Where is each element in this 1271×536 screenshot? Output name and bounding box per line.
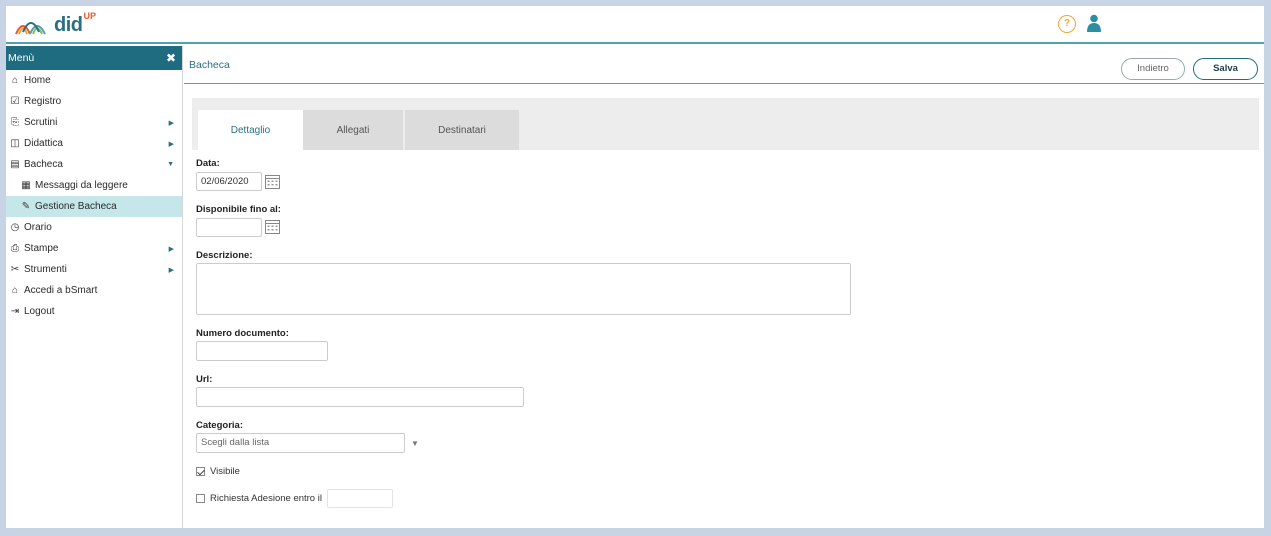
app-logo[interactable]: did UP	[14, 11, 96, 39]
url-label: Url:	[196, 374, 213, 385]
sidebar-item-label: Registro	[24, 96, 62, 107]
sidebar-item-label: Home	[24, 75, 51, 86]
sidebar: Menù ✖ ⌂ Home ☑ Registro ⎘ Scrutini ▶ ◫ …	[6, 46, 183, 528]
sidebar-item-label: Stampe	[24, 243, 59, 254]
top-bar: did UP ?	[6, 6, 1264, 44]
descrizione-textarea[interactable]	[196, 263, 851, 315]
calendar-icon[interactable]	[265, 219, 280, 234]
chevron-right-icon: ▶	[168, 140, 174, 148]
sidebar-item-label: Scrutini	[24, 117, 58, 128]
sidebar-item-label: Strumenti	[24, 264, 67, 275]
app-frame: did UP ? Menù ✖ ⌂ Home ☑ Registro ⎘ Scru…	[6, 6, 1264, 528]
tab-strip: Dettaglio Allegati Destinatari	[192, 98, 1259, 150]
sidebar-item-didattica[interactable]: ◫ Didattica ▶	[6, 133, 182, 154]
back-button[interactable]: Indietro	[1121, 58, 1185, 80]
checkbox-empty-icon	[196, 494, 205, 503]
sidebar-item-label: Messaggi da leggere	[35, 180, 128, 191]
tools-icon: ✂	[10, 264, 20, 275]
board-icon: ▤	[10, 159, 20, 170]
sidebar-item-strumenti[interactable]: ✂ Strumenti ▶	[6, 259, 182, 280]
sidebar-item-label: Gestione Bacheca	[35, 201, 117, 212]
sidebar-item-orario[interactable]: ◷ Orario	[6, 217, 182, 238]
main-content: Bacheca Indietro Salva Dettaglio Allegat…	[184, 46, 1264, 528]
sidebar-item-accedi-bsmart[interactable]: ⌂ Accedi a bSmart	[6, 280, 182, 301]
book-icon: ◫	[10, 138, 20, 149]
logout-icon: ⇥	[10, 306, 20, 317]
rainbow-logo-icon	[15, 22, 46, 35]
printer-icon: ⎙	[11, 243, 19, 254]
url-input[interactable]	[196, 387, 524, 407]
sidebar-item-registro[interactable]: ☑ Registro	[6, 91, 182, 112]
menu-title: Menù	[8, 52, 35, 64]
categoria-label: Categoria:	[196, 420, 243, 431]
chevron-down-icon: ▼	[167, 161, 174, 168]
checkbox-checked-icon	[196, 467, 205, 476]
sidebar-item-label: Bacheca	[24, 159, 63, 170]
menu-header: Menù ✖	[6, 46, 182, 70]
register-icon: ☑	[10, 96, 20, 107]
home-icon: ⌂	[11, 75, 19, 86]
descrizione-label: Descrizione:	[196, 250, 253, 261]
help-circle-icon[interactable]: ?	[1058, 15, 1076, 33]
sidebar-item-label: Accedi a bSmart	[24, 285, 98, 296]
logo-text: did	[54, 13, 83, 36]
sidebar-item-logout[interactable]: ⇥ Logout	[6, 301, 182, 322]
save-button[interactable]: Salva	[1193, 58, 1258, 80]
sidebar-item-stampe[interactable]: ⎙ Stampe ▶	[6, 238, 182, 259]
sidebar-item-home[interactable]: ⌂ Home	[6, 70, 182, 91]
edit-icon: ✎	[21, 201, 31, 212]
chevron-right-icon: ▶	[168, 266, 174, 274]
disponibile-input[interactable]	[196, 218, 262, 237]
calendar-icon[interactable]	[265, 174, 280, 189]
chevron-right-icon: ▶	[168, 245, 174, 253]
tab-allegati[interactable]: Allegati	[303, 110, 403, 150]
bsmart-icon: ⌂	[11, 285, 19, 296]
richiesta-adesione-checkbox[interactable]: Richiesta Adesione entro il	[196, 493, 322, 504]
data-input[interactable]: 02/06/2020	[196, 172, 262, 191]
numero-documento-input[interactable]	[196, 341, 328, 361]
categoria-select[interactable]: Scegli dalla lista	[196, 433, 405, 453]
user-icon[interactable]	[1087, 14, 1101, 32]
chevron-right-icon: ▶	[168, 119, 174, 127]
visibile-label: Visibile	[210, 466, 240, 477]
page-header: Bacheca	[184, 46, 1264, 84]
chevron-down-icon[interactable]: ▼	[411, 439, 419, 448]
sidebar-item-label: Logout	[24, 306, 55, 317]
close-icon[interactable]: ✖	[166, 51, 176, 65]
messages-icon: ▦	[21, 180, 31, 191]
sidebar-item-messaggi-da-leggere[interactable]: ▦ Messaggi da leggere	[6, 175, 182, 196]
page-title: Bacheca	[189, 58, 230, 71]
tab-dettaglio[interactable]: Dettaglio	[198, 110, 303, 150]
adesione-date-input[interactable]	[327, 489, 393, 508]
numero-documento-label: Numero documento:	[196, 328, 289, 339]
clock-icon: ◷	[10, 222, 20, 233]
document-icon: ⎘	[11, 117, 19, 128]
disponibile-label: Disponibile fino al:	[196, 204, 281, 215]
sidebar-item-bacheca[interactable]: ▤ Bacheca ▼	[6, 154, 182, 175]
logo-superscript: UP	[83, 11, 97, 21]
data-label: Data:	[196, 158, 220, 169]
sidebar-item-label: Orario	[24, 222, 52, 233]
sidebar-item-gestione-bacheca[interactable]: ✎ Gestione Bacheca	[6, 196, 182, 217]
sidebar-item-label: Didattica	[24, 138, 63, 149]
visibile-checkbox[interactable]: Visibile	[196, 466, 240, 477]
tab-destinatari[interactable]: Destinatari	[405, 110, 519, 150]
sidebar-item-scrutini[interactable]: ⎘ Scrutini ▶	[6, 112, 182, 133]
richiesta-adesione-label: Richiesta Adesione entro il	[210, 493, 322, 504]
